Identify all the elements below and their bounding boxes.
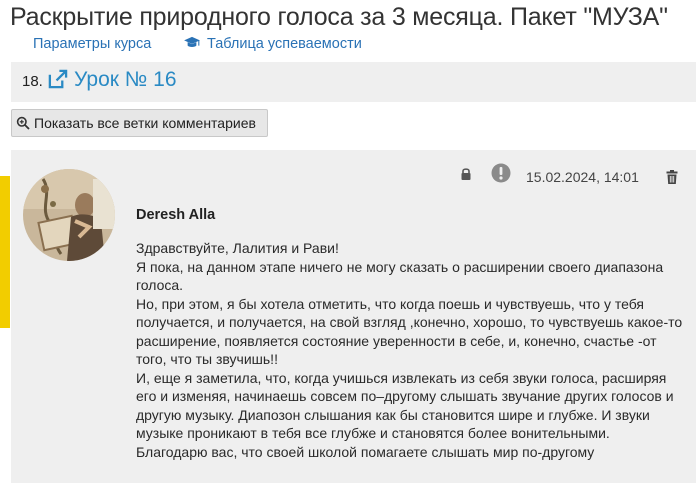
- comment-paragraph: Я пока, на данном этапе ничего не могу с…: [136, 258, 664, 294]
- alert-icon[interactable]: [491, 163, 511, 183]
- zoom-icon: [16, 116, 30, 130]
- comment-author: Deresh Alla: [136, 207, 216, 223]
- grades-table-link[interactable]: Таблица успеваемости: [183, 36, 362, 52]
- avatar: [23, 169, 115, 261]
- left-accent-bar: [0, 176, 10, 328]
- external-link-icon[interactable]: [47, 69, 68, 90]
- grades-table-label: Таблица успеваемости: [207, 36, 362, 52]
- lesson-link[interactable]: Урок № 16: [74, 68, 177, 92]
- trash-icon[interactable]: [666, 170, 678, 184]
- show-all-threads-button[interactable]: Показать все ветки комментариев: [11, 109, 268, 137]
- comment-body: Здравствуйте, Лалития и Рави! Я пока, на…: [136, 239, 688, 461]
- lesson-header: 18. Урок № 16: [11, 62, 696, 102]
- comment-paragraph: Здравствуйте, Лалития и Рави!: [136, 240, 339, 256]
- comment-paragraph: Благодарю вас, что своей школой помагает…: [136, 443, 595, 460]
- comment-paragraph: И, еще я заметила, что, когда учишься из…: [136, 369, 674, 442]
- course-params-link[interactable]: Параметры курса: [33, 36, 151, 52]
- show-all-threads-label: Показать все ветки комментариев: [34, 115, 256, 131]
- comment-date: 15.02.2024, 14:01: [526, 169, 639, 185]
- page-title: Раскрытие природного голоса за 3 месяца.…: [10, 3, 668, 31]
- lock-icon[interactable]: [460, 167, 472, 181]
- comment-paragraph: Но, при этом, я бы хотела отметить, что …: [136, 295, 683, 368]
- graduation-cap-icon: [184, 36, 200, 47]
- lesson-number: 18.: [22, 73, 43, 90]
- comment-card: 15.02.2024, 14:01 Deresh Alla Здравствуй…: [11, 150, 696, 483]
